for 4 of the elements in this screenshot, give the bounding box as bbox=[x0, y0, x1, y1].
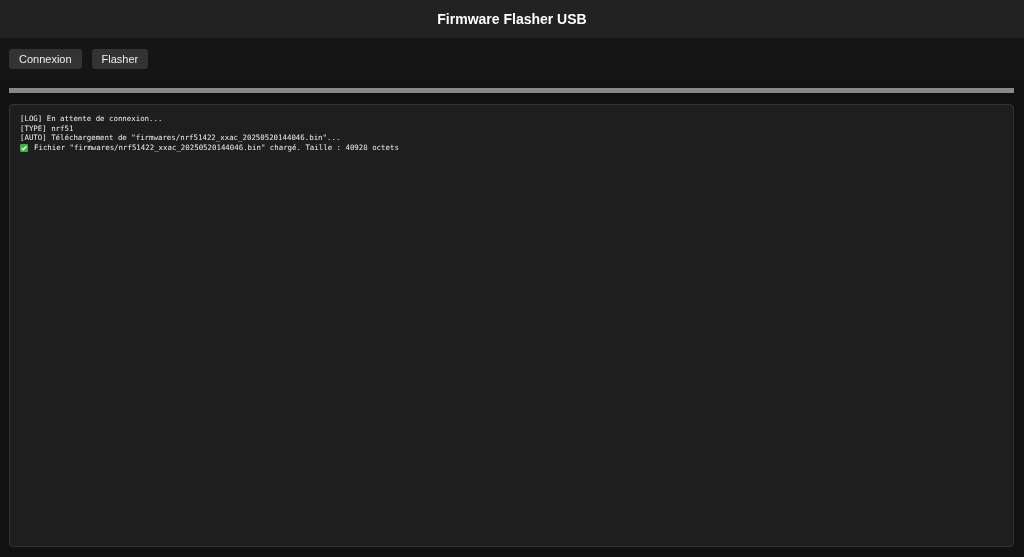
app-title: Firmware Flasher USB bbox=[437, 11, 587, 27]
check-icon bbox=[20, 143, 28, 152]
action-button[interactable]: Connexion bbox=[9, 49, 82, 69]
action-button[interactable]: Flasher bbox=[91, 49, 149, 69]
